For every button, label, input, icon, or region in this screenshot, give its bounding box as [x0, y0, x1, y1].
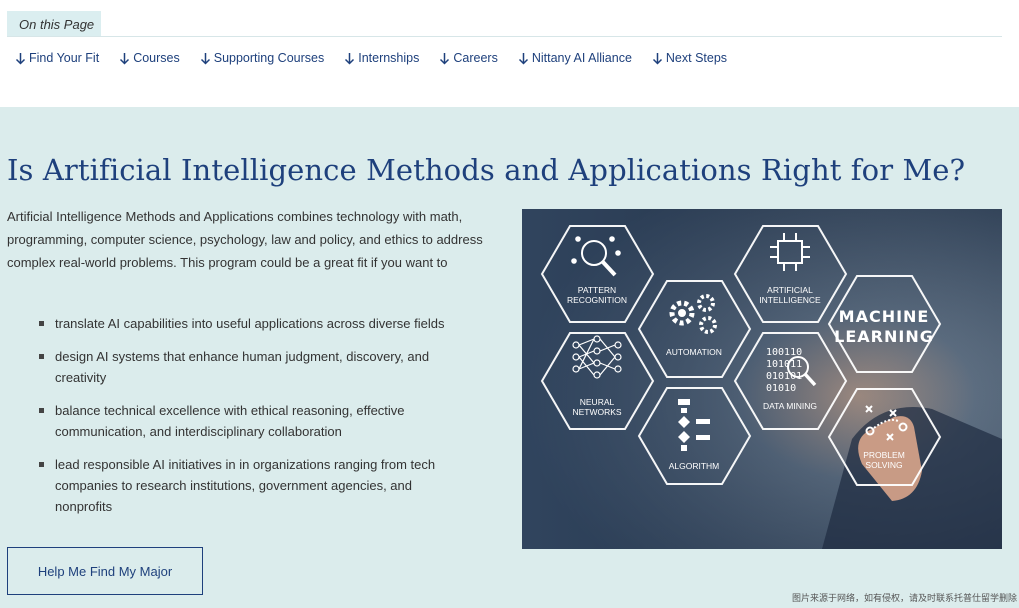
arrow-down-icon [518, 52, 528, 65]
bullet-icon [39, 408, 44, 413]
arrow-down-icon [120, 52, 130, 65]
arrow-down-icon [200, 52, 210, 65]
hex-label: SOLVING [865, 460, 902, 470]
anchor-link-label: Nittany AI Alliance [531, 51, 632, 65]
bullet-icon [39, 462, 44, 467]
hex-label: INTELLIGENCE [759, 295, 821, 305]
anchor-link-supporting-courses[interactable]: Supporting Courses [200, 51, 324, 65]
list-item-text: design AI systems that enhance human jud… [55, 349, 430, 385]
arrow-down-icon [440, 52, 450, 65]
arrow-down-icon [345, 52, 355, 65]
anchor-links: Find Your Fit Courses Supporting Courses… [15, 51, 747, 65]
anchor-link-next-steps[interactable]: Next Steps [652, 51, 727, 65]
ai-hexagon-illustration: 100110 101011 010101 01010 PATTERN RECOG… [522, 209, 1002, 549]
anchor-link-label: Supporting Courses [213, 51, 325, 65]
anchor-link-label: Courses [133, 51, 180, 65]
hex-label-large: MACHINE [839, 307, 930, 326]
help-me-find-my-major-button[interactable]: Help Me Find My Major [7, 547, 203, 595]
hex-label-large: LEARNING [834, 327, 934, 346]
anchor-link-internships[interactable]: Internships [344, 51, 419, 65]
hex-label: NEURAL [580, 397, 615, 407]
list-item: design AI systems that enhance human jud… [37, 346, 467, 388]
hex-label: AUTOMATION [666, 347, 722, 357]
anchor-link-label: Find Your Fit [29, 51, 100, 65]
binary-text: 100110 [766, 347, 802, 358]
list-item: translate AI capabilities into useful ap… [37, 313, 467, 334]
hex-label: ALGORITHM [669, 461, 720, 471]
on-this-page-nav: On this Page Find Your Fit Courses Suppo… [7, 0, 1002, 107]
binary-text: 101011 [766, 359, 802, 370]
arrow-down-icon [652, 52, 662, 65]
hex-label: NETWORKS [572, 407, 621, 417]
anchor-link-find-your-fit[interactable]: Find Your Fit [15, 51, 99, 65]
fit-list: translate AI capabilities into useful ap… [37, 313, 467, 529]
hex-label: RECOGNITION [567, 295, 627, 305]
find-your-fit-section: Is Artificial Intelligence Methods and A… [0, 107, 1019, 608]
section-intro: Artificial Intelligence Methods and Appl… [7, 209, 483, 270]
arrow-down-icon [15, 52, 26, 65]
nav-divider [7, 36, 1002, 37]
on-this-page-label: On this Page [7, 11, 101, 37]
list-item-text: balance technical excellence with ethica… [55, 403, 405, 439]
binary-text: 01010 [766, 383, 796, 394]
anchor-link-label: Next Steps [665, 51, 728, 65]
section-title: Is Artificial Intelligence Methods and A… [7, 153, 966, 187]
anchor-link-label: Careers [453, 51, 498, 65]
anchor-link-label: Internships [358, 51, 420, 65]
bullet-icon [39, 321, 44, 326]
list-item-text: translate AI capabilities into useful ap… [55, 316, 445, 331]
anchor-link-nittany-ai-alliance[interactable]: Nittany AI Alliance [518, 51, 632, 65]
bullet-icon [39, 354, 44, 359]
list-item-text: lead responsible AI initiatives in in or… [55, 457, 436, 514]
anchor-link-courses[interactable]: Courses [119, 51, 180, 65]
hex-label: PROBLEM [863, 450, 905, 460]
hex-label: ARTIFICIAL [767, 285, 813, 295]
hex-label: PATTERN [578, 285, 616, 295]
hex-label: DATA MINING [763, 401, 817, 411]
anchor-link-careers[interactable]: Careers [439, 51, 498, 65]
list-item: balance technical excellence with ethica… [37, 400, 467, 442]
list-item: lead responsible AI initiatives in in or… [37, 454, 467, 517]
image-credit: 图片来源于网络，如有侵权，请及时联系托普仕留学删除 [791, 594, 1017, 604]
binary-text: 010101 [766, 371, 802, 382]
